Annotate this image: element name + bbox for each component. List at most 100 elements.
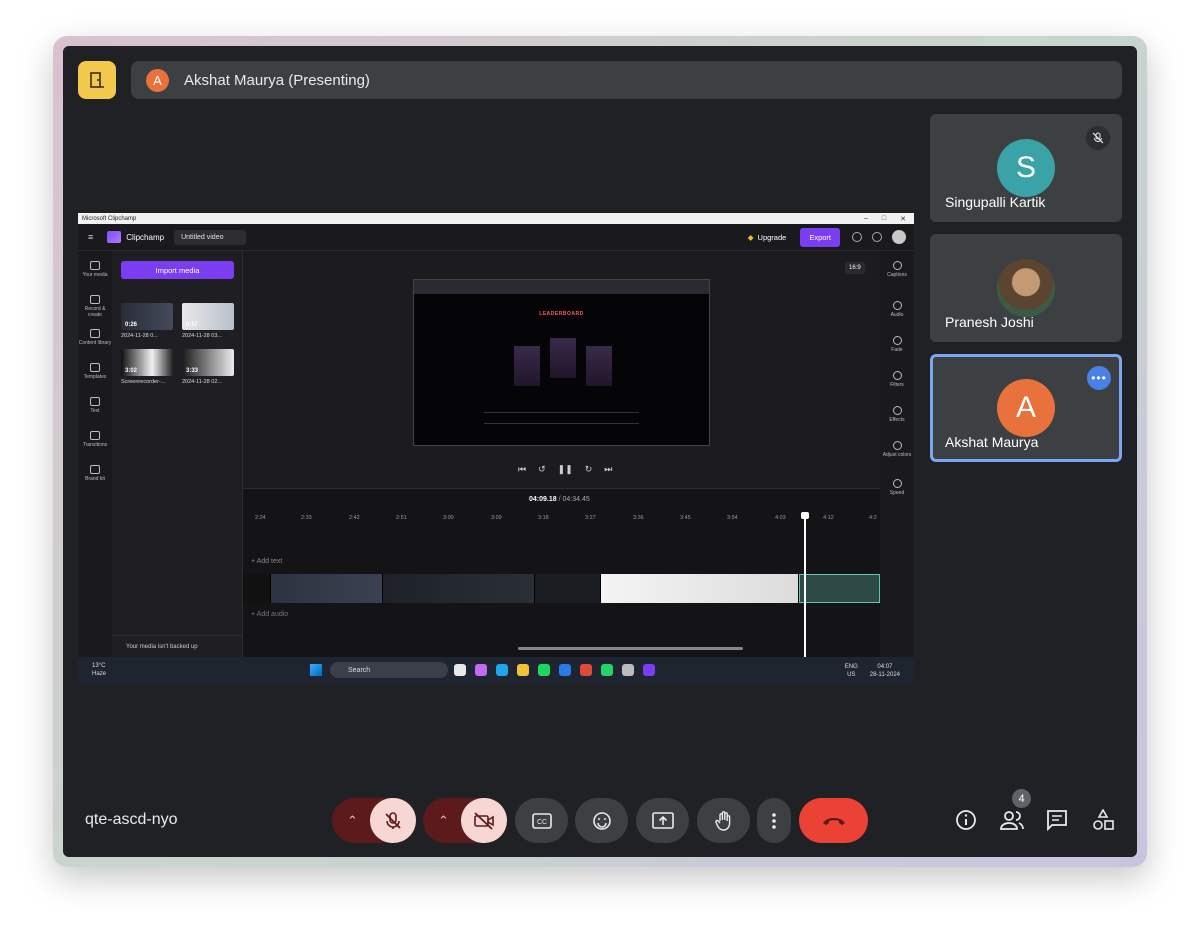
avatar: S bbox=[997, 139, 1055, 197]
os-titlebar: Microsoft Clipchamp – □ ✕ bbox=[78, 213, 914, 224]
add-audio-track: + Add audio bbox=[251, 611, 289, 618]
upgrade-button: ◆ Upgrade bbox=[747, 232, 787, 242]
more-options-icon[interactable]: ••• bbox=[1087, 366, 1111, 390]
avatar-photo bbox=[997, 259, 1055, 317]
avatar: A bbox=[997, 379, 1055, 437]
shared-screen: Microsoft Clipchamp – □ ✕ ≡ Clipchamp Unti… bbox=[78, 213, 914, 684]
window-title: Microsoft Clipchamp bbox=[82, 215, 137, 222]
svg-text:CC: CC bbox=[536, 819, 546, 826]
mic-off-icon bbox=[385, 811, 401, 829]
clipchamp-logo bbox=[107, 231, 122, 243]
windows-start-icon bbox=[310, 664, 322, 676]
raise-hand-button[interactable] bbox=[697, 798, 750, 843]
playback-controls: ⏮ ↺ ❚❚ ↻ ⏭ bbox=[518, 464, 612, 475]
preview-card bbox=[586, 346, 612, 386]
media-label: Screenrecorder-... bbox=[121, 379, 166, 385]
participant-tile-akshat[interactable]: A ••• Akshat Maurya bbox=[930, 354, 1122, 462]
nav-speed: Speed bbox=[880, 479, 914, 496]
participant-name: Pranesh Joshi bbox=[945, 314, 1034, 330]
preview-table bbox=[484, 412, 639, 424]
more-options-button[interactable] bbox=[757, 798, 791, 843]
participant-tile-pranesh[interactable]: Pranesh Joshi bbox=[930, 234, 1122, 342]
timeline-ruler: 2:24 2:33 2:42 2:51 3:00 3:09 3:18 3:27 … bbox=[255, 515, 877, 521]
captions-button[interactable]: CC bbox=[515, 798, 568, 843]
timecode: 04:09.18 / 04:34.45 bbox=[529, 496, 590, 503]
participant-name: Akshat Maurya bbox=[945, 434, 1039, 450]
chevron-up-icon: ⌃ bbox=[438, 812, 449, 828]
windows-taskbar: 13°C Haze Search ENG US 04:07 28-11-2024 bbox=[78, 657, 914, 684]
nav-captions: Captions bbox=[880, 261, 914, 278]
reactions-button[interactable] bbox=[575, 798, 628, 843]
diamond-icon: ◆ bbox=[747, 232, 754, 242]
participant-name: Singupalli Kartik bbox=[945, 194, 1046, 210]
nav-audio: Audio bbox=[880, 301, 914, 318]
nav-content-library: Content library bbox=[78, 329, 112, 346]
timeline: 04:09.18 / 04:34.45 2:24 2:33 2:42 2:51 … bbox=[243, 488, 880, 658]
brand-label: Clipchamp bbox=[126, 232, 165, 242]
preview-title: LEADERBOARD bbox=[539, 311, 584, 317]
clipchamp-right-nav: Captions Audio Fade Filters Effects Adju… bbox=[880, 251, 914, 657]
media-thumb: 3:33 bbox=[182, 349, 234, 376]
help-icon bbox=[872, 232, 882, 242]
share-icon bbox=[852, 232, 862, 242]
preview-card bbox=[514, 346, 540, 386]
nav-brand-kit: Brand kit bbox=[78, 465, 112, 482]
clipchamp-header: ≡ Clipchamp Untitled video ◆ Upgrade Expo… bbox=[78, 224, 914, 251]
present-screen-button[interactable] bbox=[636, 798, 689, 843]
taskbar-search: Search bbox=[330, 662, 448, 678]
nav-effects: Effects bbox=[880, 406, 914, 423]
media-thumb: 0:57 bbox=[182, 303, 234, 330]
media-label: 2024-11-28 0... bbox=[121, 333, 158, 339]
camera-off-icon bbox=[474, 811, 494, 830]
aspect-ratio: 16:9 bbox=[845, 262, 865, 274]
nav-transitions: Transitions bbox=[78, 431, 112, 448]
export-button: Export bbox=[800, 227, 840, 247]
skip-forward-icon: ⏭ bbox=[604, 464, 613, 474]
nav-adjust-colors: Adjust colors bbox=[880, 441, 914, 458]
minimize-icon: – bbox=[863, 214, 868, 222]
nav-filters: Filters bbox=[880, 371, 914, 388]
participant-tile-singupalli[interactable]: S Singupalli Kartik bbox=[930, 114, 1122, 222]
playhead bbox=[801, 512, 809, 658]
skip-back-icon: ⏮ bbox=[518, 464, 527, 474]
camera-toggle[interactable] bbox=[461, 798, 507, 843]
nav-record: Record & create bbox=[78, 295, 112, 318]
chat-icon[interactable] bbox=[1046, 809, 1068, 836]
weather-widget: 13°C Haze bbox=[92, 663, 107, 677]
add-text-track: + Add text bbox=[251, 558, 283, 565]
nav-text: Text bbox=[78, 397, 112, 414]
nav-fade: Fade bbox=[880, 336, 914, 353]
media-thumb: 3:02 bbox=[121, 349, 173, 376]
media-panel: Import media 0:26 2024-11-28 0... 0:57 2… bbox=[112, 251, 243, 657]
emoji-icon bbox=[592, 811, 611, 830]
meet-window: A Akshat Maurya (Presenting) S Singupall… bbox=[63, 46, 1137, 857]
clipchamp-left-nav: Your media Record & create Content libra… bbox=[78, 251, 112, 657]
nav-your-media: Your media bbox=[78, 261, 112, 278]
rewind-icon: ↺ bbox=[538, 464, 546, 474]
presenter-label: Akshat Maurya (Presenting) bbox=[184, 71, 370, 89]
preview-card bbox=[550, 338, 576, 378]
mic-off-icon bbox=[1086, 126, 1110, 150]
menu-icon: ≡ bbox=[88, 232, 94, 242]
video-track bbox=[243, 574, 880, 603]
meeting-details-icon[interactable] bbox=[955, 809, 977, 836]
pause-icon: ❚❚ bbox=[557, 464, 573, 474]
media-label: 2024-11-28 03... bbox=[182, 333, 222, 339]
leave-call-button[interactable] bbox=[799, 798, 868, 843]
system-tray: ENG US 04:07 28-11-2024 bbox=[844, 664, 900, 678]
meeting-code: qte-ascd-nyo bbox=[85, 811, 178, 828]
more-vert-icon bbox=[772, 812, 776, 829]
activities-icon[interactable] bbox=[1092, 808, 1114, 836]
end-call-icon bbox=[822, 817, 845, 825]
timeline-scrollbar bbox=[518, 647, 743, 650]
chevron-up-icon: ⌃ bbox=[347, 812, 358, 828]
exit-icon[interactable] bbox=[78, 61, 116, 99]
backup-notice: Your media isn't backed up bbox=[112, 635, 243, 657]
presenter-bar: A Akshat Maurya (Presenting) bbox=[131, 61, 1122, 99]
people-icon[interactable] bbox=[1000, 809, 1024, 836]
captions-icon: CC bbox=[531, 812, 552, 829]
forward-icon: ↻ bbox=[584, 464, 593, 474]
microphone-toggle[interactable] bbox=[370, 798, 416, 843]
import-media-button: Import media bbox=[121, 261, 234, 279]
account-avatar bbox=[892, 230, 906, 244]
